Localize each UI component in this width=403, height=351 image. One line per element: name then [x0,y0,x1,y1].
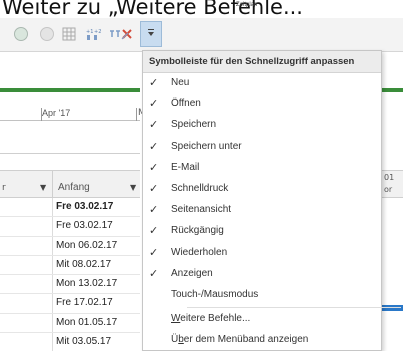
start-date-cell[interactable]: Mon 01.05.17 [56,317,117,328]
checkmark-icon: ✓ [149,203,159,217]
table-row[interactable]: Mon 13.02.17 [0,275,140,295]
circle-icon[interactable] [40,23,54,45]
menu-item-rückgängig[interactable]: ✓ Rückgängig [143,221,381,242]
sort-icon[interactable]: +1 +2 [84,23,102,45]
caption-small-label: Zeitplan [236,2,258,8]
checkmark-icon: ✓ [149,118,159,132]
timeline-label-apr: Apr '17 [42,108,71,118]
menu-item-wiederholen[interactable]: ✓ Wiederholen [143,243,381,264]
caption-text: Weiter zu „Weitere Befehle... [2,0,303,18]
chevron-down-icon[interactable]: ▼ [130,183,136,192]
timeline: Apr '17 M [0,92,146,154]
column-divider [52,255,53,275]
menu-separator [187,307,401,309]
table-icon[interactable] [60,23,78,45]
right-header-text: or [384,185,393,194]
menu-item-label: Schnelldruck [171,182,229,194]
right-header-text: 01 [384,173,395,182]
checkmark-icon: ✓ [149,224,159,238]
start-date-cell[interactable]: Mon 13.02.17 [56,278,117,289]
menu-title: Symbolleiste für den Schnellzugriff anpa… [143,51,381,73]
chevron-down-icon[interactable]: ▼ [40,183,46,192]
table-row[interactable]: Mon 01.05.17 [0,313,140,334]
checkmark-icon: ✓ [149,160,159,174]
checkmark-icon: ✓ [149,97,159,111]
checkmark-icon: ✓ [149,139,159,153]
svg-text:+1: +1 [86,29,93,35]
customize-qat-icon[interactable] [140,21,162,47]
menu-item-label: E-Mail [171,161,200,173]
column-divider [52,275,53,294]
timeline-tick [136,108,137,121]
menu-items: ✓ Neu ✓ Öffnen ✓ Speichern ✓ Speichern unter ✓ E-… [143,73,401,351]
menu-item-e-mail[interactable]: ✓ E-Mail [143,158,381,179]
menu-item-label: Rückgängig [171,225,224,237]
column-header-prev: r [2,183,6,193]
table-row[interactable]: Fre 03.02.17 [0,217,140,237]
table-row[interactable]: Fre 03.02.17 [0,198,140,218]
checkmark-icon: ✓ [149,266,159,280]
unlink-icon[interactable] [118,23,136,45]
menu-item-schnelldruck[interactable]: ✓ Schnelldruck [143,179,381,200]
table-row[interactable]: Fre 17.02.17 [0,294,140,314]
svg-text:+2: +2 [94,29,101,35]
column-divider [52,333,53,351]
column-divider [52,294,53,313]
checkmark-icon: ✓ [149,245,159,259]
menu-item-neu[interactable]: ✓ Neu [143,73,381,94]
column-divider [52,313,53,333]
menu-item-öffnen[interactable]: ✓ Öffnen [143,94,381,115]
ribbon-green-bar [381,88,403,92]
menu-item-label: Speichern [171,119,217,131]
circle-icon[interactable] [14,23,28,45]
column-header-start[interactable]: Anfang [58,182,90,193]
menu-item-label: Touch-/Mausmodus [171,288,259,300]
start-date-cell[interactable]: Fre 03.02.17 [56,220,113,231]
menu-item-touch-mausmodus[interactable]: Touch-/Mausmodus [143,285,381,306]
quick-access-toolbar: +1 +2 [0,18,403,52]
table-row[interactable]: Mit 03.05.17 [0,333,140,351]
start-date-cell[interactable]: Mon 06.02.17 [56,240,117,251]
menu-item-seitenansicht[interactable]: ✓ Seitenansicht [143,200,381,221]
column-divider[interactable] [52,171,53,199]
menu-item-more-commands[interactable]: Weitere Befehle... [143,309,381,330]
table-row[interactable]: Mon 06.02.17 [0,236,140,256]
menu-item-label: Weitere Befehle... [171,313,251,325]
grid-header: r ▼ Anfang ▼ [0,170,140,199]
menu-item-label: Wiederholen [171,246,228,258]
customize-qat-menu: Symbolleiste für den Schnellzugriff anpa… [142,50,401,351]
start-date-cell[interactable]: Mit 08.02.17 [56,259,111,270]
column-divider [52,198,53,217]
timeline-axis [0,120,140,121]
grid-rows: Fre 03.02.17 Fre 03.02.17 Mon 06.02.17 Mit … [0,198,140,351]
menu-item-label: Über dem Menüband anzeigen [171,334,309,346]
table-row[interactable]: Mit 08.02.17 [0,255,140,276]
menu-item-speichern-unter[interactable]: ✓ Speichern unter [143,137,381,158]
menu-item-label: Seitenansicht [171,204,232,216]
caption-strip: Weiter zu „Weitere Befehle... Zeitplan [0,0,403,18]
menu-item-label: Neu [171,77,190,88]
menu-item-label: Anzeigen [171,267,213,279]
ribbon-area [0,52,140,88]
menu-title-text: Symbolleiste für den Schnellzugriff anpa… [149,56,355,67]
checkmark-icon: ✓ [149,181,159,195]
start-date-cell[interactable]: Mit 03.05.17 [56,336,111,347]
start-date-cell[interactable]: Fre 03.02.17 [56,201,113,212]
column-divider [52,236,53,255]
menu-item-label: Speichern unter [171,140,242,152]
menu-item-show-below-ribbon[interactable]: Über dem Menüband anzeigen [143,330,381,351]
menu-item-anzeigen[interactable]: ✓ Anzeigen [143,264,381,285]
column-divider [52,217,53,236]
right-column-header: 01 or [381,170,403,198]
menu-item-label: Öffnen [171,98,201,110]
menu-item-speichern[interactable]: ✓ Speichern [143,115,381,136]
start-date-cell[interactable]: Fre 17.02.17 [56,297,113,308]
checkmark-icon: ✓ [149,76,159,89]
